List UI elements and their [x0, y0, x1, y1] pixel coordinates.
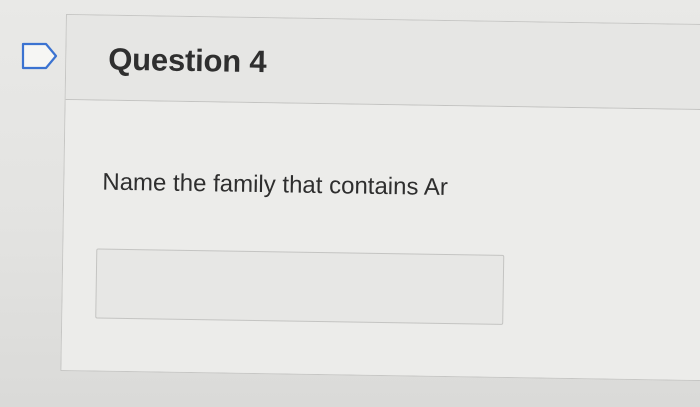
question-title: Question 4 [108, 41, 267, 80]
flag-question-icon[interactable] [18, 40, 62, 72]
answer-input[interactable] [95, 248, 505, 325]
question-body: Name the family that contains Ar [61, 100, 700, 381]
question-header: Question 4 [65, 15, 700, 111]
question-card: Question 4 Name the family that contains… [60, 14, 700, 382]
question-prompt: Name the family that contains Ar [102, 168, 449, 202]
